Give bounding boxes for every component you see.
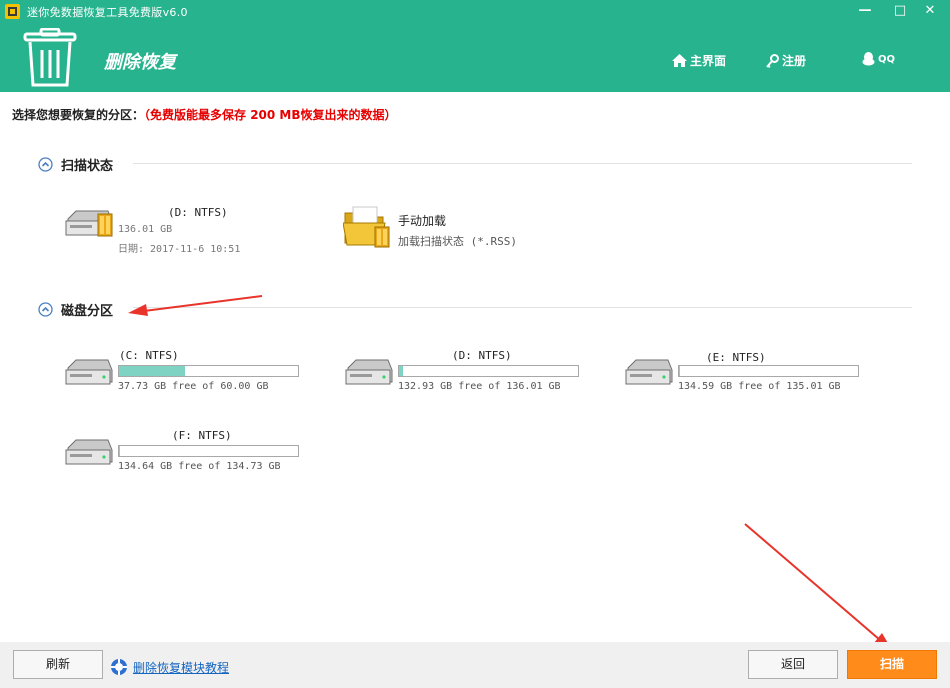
scan-button[interactable]: 扫描 xyxy=(847,650,937,679)
partition-free-space: 134.59 GB free of 135.01 GB xyxy=(678,381,841,392)
usage-bar-fill xyxy=(119,366,186,376)
free-version-note: （免费版能最多保存 200 MB恢复出来的数据） xyxy=(144,108,397,122)
maximize-button[interactable]: □ xyxy=(888,3,912,21)
section-divider xyxy=(133,307,912,308)
scan-state-header[interactable]: 扫描状态 xyxy=(38,155,113,174)
minimize-button[interactable]: — xyxy=(853,3,877,21)
tutorial-link[interactable]: 删除恢复模块教程 xyxy=(110,658,229,676)
partition-d[interactable]: (D: NTFS) 132.93 GB free of 136.01 GB xyxy=(344,349,584,396)
manual-load-title: 手动加载 xyxy=(398,214,447,228)
hard-drive-icon xyxy=(65,210,113,237)
header: 迷你免数据恢复工具免费版v6.0 — □ ✕ 删除恢复 主界面 注册 QQ xyxy=(0,0,950,92)
refresh-button[interactable]: 刷新 xyxy=(13,650,103,679)
close-button[interactable]: ✕ xyxy=(918,3,942,21)
key-icon xyxy=(766,53,779,68)
app-name: 删除恢复 xyxy=(104,52,176,73)
manual-load-subtitle: 加载扫描状态 (*.RSS) xyxy=(398,235,517,248)
hard-drive-icon xyxy=(345,359,393,385)
partition-f[interactable]: (F: NTFS) 134.64 GB free of 134.73 GB xyxy=(64,429,304,476)
partition-free-space: 132.93 GB free of 136.01 GB xyxy=(398,381,561,392)
partition-label: (D: NTFS) xyxy=(452,349,512,362)
nav-qq[interactable]: QQ xyxy=(862,52,895,66)
tutorial-link-text[interactable]: 删除恢复模块教程 xyxy=(133,659,229,676)
window-title: 迷你免数据恢复工具免费版v6.0 xyxy=(27,6,188,19)
usage-bar-fill xyxy=(399,366,404,376)
usage-bar-fill xyxy=(679,366,680,376)
partitions-header[interactable]: 磁盘分区 xyxy=(38,300,113,319)
home-icon xyxy=(672,54,687,67)
hard-drive-icon xyxy=(65,439,113,465)
hard-drive-icon xyxy=(625,359,673,385)
app-window: 迷你免数据恢复工具免费版v6.0 — □ ✕ 删除恢复 主界面 注册 QQ 选择… xyxy=(0,0,950,688)
nav-qq-label: QQ xyxy=(878,53,896,65)
partition-c[interactable]: (C: NTFS) 37.73 GB free of 60.00 GB xyxy=(64,349,304,396)
usage-bar xyxy=(678,365,859,377)
usage-bar xyxy=(118,445,299,457)
usage-bar xyxy=(118,365,299,377)
saved-scan-date: 日期: 2017-11-6 10:51 xyxy=(118,244,241,255)
trash-logo-icon xyxy=(23,28,77,87)
partition-label: (F: NTFS) xyxy=(172,429,232,442)
saved-scan-item[interactable]: (D: NTFS) 136.01 GB 日期: 2017-11-6 10:51 xyxy=(64,206,304,257)
collapse-up-icon[interactable] xyxy=(38,157,53,172)
saved-scan-name: (D: NTFS) xyxy=(168,206,228,219)
section-divider xyxy=(133,163,912,164)
partition-label: (E: NTFS) xyxy=(706,351,766,364)
partition-label: (C: NTFS) xyxy=(119,349,179,362)
nav-home[interactable]: 主界面 xyxy=(672,52,726,69)
scan-state-title: 扫描状态 xyxy=(61,159,114,174)
nav-home-label: 主界面 xyxy=(690,54,727,68)
partition-e[interactable]: (E: NTFS) 134.59 GB free of 135.01 GB xyxy=(624,351,864,396)
qq-penguin-icon xyxy=(862,52,875,66)
folder-icon xyxy=(343,206,390,248)
prompt-label: 选择您想要恢复的分区： xyxy=(12,108,145,122)
lifebuoy-icon xyxy=(111,659,127,675)
partitions-title: 磁盘分区 xyxy=(61,304,114,319)
usage-bar xyxy=(398,365,579,377)
nav-register-label: 注册 xyxy=(782,54,807,68)
manual-load-item[interactable]: 手动加载 加载扫描状态 (*.RSS) xyxy=(343,205,583,255)
partition-free-space: 37.73 GB free of 60.00 GB xyxy=(118,381,269,392)
saved-scan-size: 136.01 GB xyxy=(118,224,173,235)
app-icon xyxy=(5,4,20,19)
collapse-up-icon[interactable] xyxy=(38,302,53,317)
back-button[interactable]: 返回 xyxy=(748,650,838,679)
partition-prompt: 选择您想要恢复的分区：（免费版能最多保存 200 MB恢复出来的数据） xyxy=(12,106,397,123)
nav-register[interactable]: 注册 xyxy=(766,52,806,69)
partition-free-space: 134.64 GB free of 134.73 GB xyxy=(118,461,281,472)
hard-drive-icon xyxy=(65,359,113,385)
annotation-arrows xyxy=(128,295,892,650)
